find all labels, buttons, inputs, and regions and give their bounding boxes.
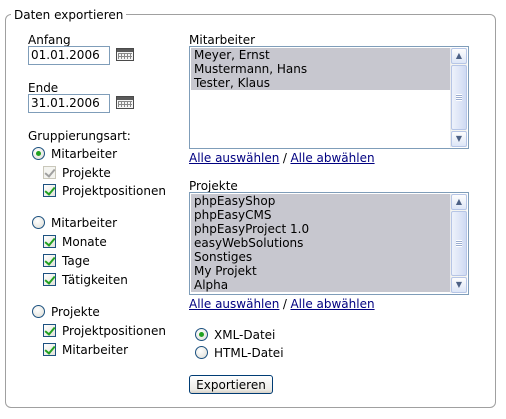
checkbox-activities[interactable] bbox=[43, 273, 56, 286]
end-label: Ende bbox=[28, 81, 59, 95]
list-item[interactable]: Tester, Klaus bbox=[191, 76, 451, 90]
arrow-up-icon[interactable]: ▲ bbox=[451, 194, 467, 210]
link-separator: / bbox=[282, 151, 287, 165]
format-radio-xml[interactable] bbox=[195, 328, 208, 341]
end-date-input[interactable]: 31.01.2006 bbox=[28, 94, 110, 113]
grouping-label: Gruppierungsart: bbox=[28, 129, 131, 143]
grouping-radio-employee-time[interactable] bbox=[32, 216, 45, 229]
scrollbar[interactable]: ▲ ▼ bbox=[450, 194, 467, 293]
list-item[interactable]: Alpha bbox=[191, 278, 451, 292]
projects-selection-links: Alle auswählen / Alle abwählen bbox=[189, 297, 375, 311]
checkbox-days[interactable] bbox=[43, 254, 56, 267]
checkbox-label: Projektpositionen bbox=[62, 324, 166, 338]
grouping-radio-employee[interactable] bbox=[32, 147, 45, 160]
list-item[interactable]: easyWebSolutions bbox=[191, 236, 451, 250]
employees-select-all-link[interactable]: Alle auswählen bbox=[189, 151, 279, 165]
list-item[interactable]: Meyer, Ernst bbox=[191, 48, 451, 62]
list-item[interactable]: phpEasyProject 1.0 bbox=[191, 222, 451, 236]
arrow-up-icon[interactable]: ▲ bbox=[451, 48, 467, 64]
calendar-icon[interactable] bbox=[116, 48, 134, 61]
employees-listbox[interactable]: Meyer, Ernst Mustermann, Hans Tester, Kl… bbox=[189, 46, 469, 149]
grouping-option-label: Mitarbeiter bbox=[51, 216, 118, 230]
list-item[interactable]: phpEasyCMS bbox=[191, 208, 451, 222]
arrow-down-icon[interactable]: ▼ bbox=[451, 131, 467, 147]
calendar-icon[interactable] bbox=[116, 96, 134, 109]
format-label: HTML-Datei bbox=[214, 346, 284, 360]
checkbox-projects[interactable] bbox=[43, 166, 56, 179]
checkbox-employees[interactable] bbox=[43, 343, 56, 356]
list-item[interactable]: Mustermann, Hans bbox=[191, 62, 451, 76]
checkbox-label: Mitarbeiter bbox=[62, 343, 129, 357]
format-radio-html[interactable] bbox=[195, 346, 208, 359]
projects-select-all-link[interactable]: Alle auswählen bbox=[189, 297, 279, 311]
checkbox-label: Monate bbox=[62, 235, 107, 249]
scrollbar-thumb[interactable] bbox=[451, 65, 467, 130]
employees-selection-links: Alle auswählen / Alle abwählen bbox=[189, 151, 375, 165]
list-item[interactable]: Sonstiges bbox=[191, 250, 451, 264]
list-item[interactable]: phpEasyShop bbox=[191, 194, 451, 208]
checkbox-months[interactable] bbox=[43, 235, 56, 248]
list-item[interactable]: My Projekt bbox=[191, 264, 451, 278]
checkbox-label: Tage bbox=[62, 254, 90, 268]
link-separator: / bbox=[282, 297, 287, 311]
grouping-option-label: Projekte bbox=[51, 305, 100, 319]
checkbox-label: Projekte bbox=[62, 166, 111, 180]
checkbox-label: Tätigkeiten bbox=[62, 273, 128, 287]
checkbox-label: Projektpositionen bbox=[62, 184, 166, 198]
fieldset-legend: Daten exportieren bbox=[11, 7, 127, 23]
format-label: XML-Datei bbox=[214, 328, 276, 342]
grouping-option-label: Mitarbeiter bbox=[51, 147, 118, 161]
scrollbar[interactable]: ▲ ▼ bbox=[450, 48, 467, 147]
projects-deselect-all-link[interactable]: Alle abwählen bbox=[290, 297, 374, 311]
projects-listbox[interactable]: phpEasyShop phpEasyCMS phpEasyProject 1.… bbox=[189, 192, 469, 295]
checkbox-project-positions-2[interactable] bbox=[43, 324, 56, 337]
grouping-radio-project[interactable] bbox=[32, 305, 45, 318]
projects-label: Projekte bbox=[189, 179, 238, 193]
scrollbar-thumb[interactable] bbox=[451, 211, 467, 276]
checkbox-project-positions[interactable] bbox=[43, 184, 56, 197]
employees-deselect-all-link[interactable]: Alle abwählen bbox=[290, 151, 374, 165]
arrow-down-icon[interactable]: ▼ bbox=[451, 277, 467, 293]
employees-label: Mitarbeiter bbox=[189, 33, 256, 47]
start-date-input[interactable]: 01.01.2006 bbox=[28, 46, 110, 65]
start-label: Anfang bbox=[28, 33, 71, 47]
export-button[interactable]: Exportieren bbox=[189, 375, 273, 394]
